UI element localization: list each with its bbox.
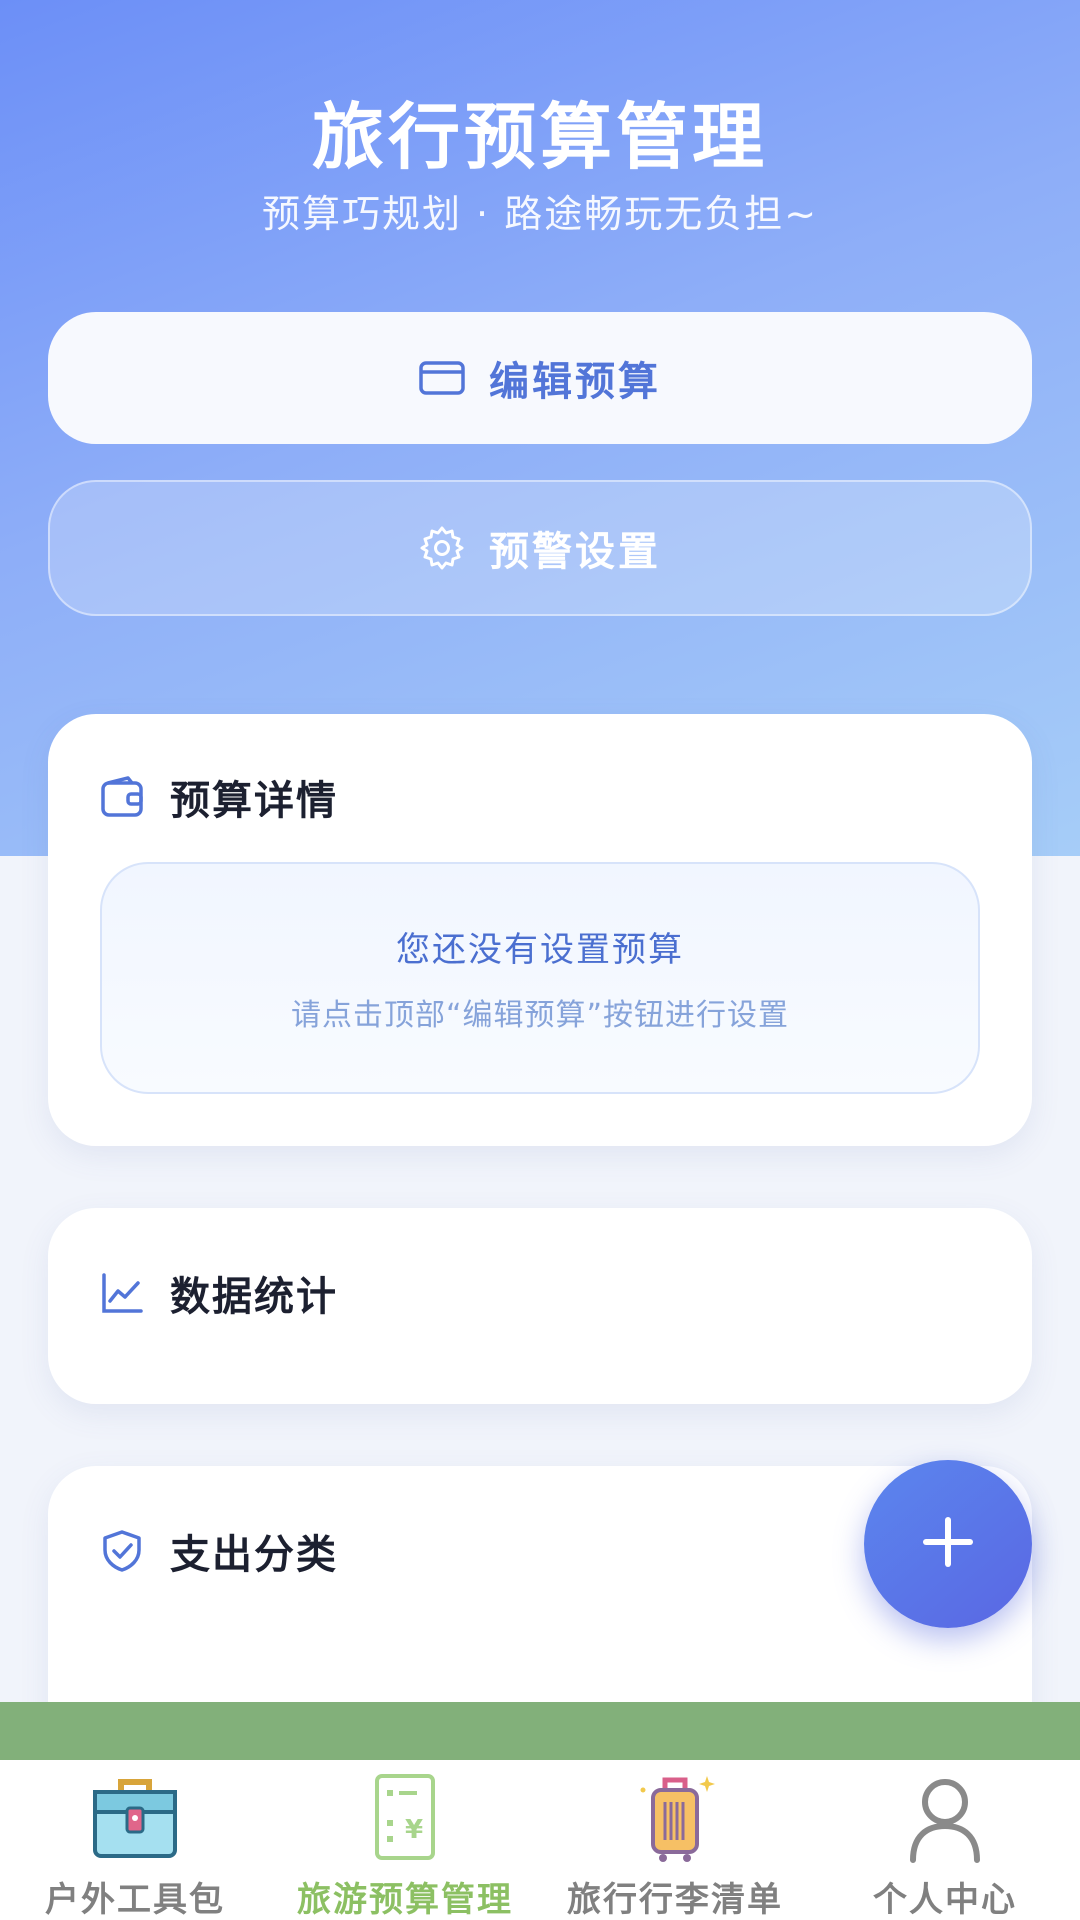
bottom-tab-bar: 户外工具包 ¥ 旅游预算管理 旅行行李清单 个人中心	[0, 1760, 1080, 1920]
empty-budget-notice: 您还没有设置预算 请点击顶部“编辑预算”按钮进行设置	[100, 862, 980, 1094]
budget-details-header: 预算详情	[100, 768, 338, 826]
statistics-card: 数据统计	[48, 1208, 1032, 1404]
alert-settings-button[interactable]: 预警设置	[48, 480, 1032, 616]
person-icon	[897, 1770, 993, 1866]
tab-luggage-list[interactable]: 旅行行李清单	[540, 1760, 810, 1920]
line-chart-icon	[100, 1271, 144, 1315]
wallet-icon	[100, 775, 144, 819]
tab-label: 个人中心	[873, 1880, 1017, 1920]
budget-details-card: 预算详情 您还没有设置预算 请点击顶部“编辑预算”按钮进行设置	[48, 714, 1032, 1146]
plus-icon	[920, 1514, 976, 1574]
luggage-icon	[627, 1770, 723, 1866]
tab-travel-budget[interactable]: ¥ 旅游预算管理	[270, 1760, 540, 1920]
tab-label: 旅游预算管理	[297, 1880, 513, 1920]
gear-icon	[419, 525, 465, 571]
empty-budget-title: 您还没有设置预算	[396, 930, 684, 970]
expense-category-title: 支出分类	[170, 1532, 338, 1578]
shield-check-icon	[100, 1529, 144, 1573]
page-subtitle: 预算巧规划 · 路途畅玩无负担~	[261, 192, 819, 236]
tab-label: 户外工具包	[45, 1880, 225, 1920]
budget-details-title: 预算详情	[170, 778, 338, 824]
statistics-header: 数据统计	[100, 1264, 338, 1322]
edit-budget-button[interactable]: 编辑预算	[48, 312, 1032, 444]
budget-calculator-icon: ¥	[357, 1770, 453, 1866]
expense-category-header: 支出分类	[100, 1522, 338, 1580]
alert-settings-label: 预警设置	[489, 529, 661, 575]
credit-card-icon	[419, 355, 465, 401]
tabbar-top-strip	[0, 1702, 1080, 1760]
edit-budget-label: 编辑预算	[489, 359, 661, 405]
tab-profile[interactable]: 个人中心	[810, 1760, 1080, 1920]
statistics-title: 数据统计	[170, 1274, 338, 1320]
add-expense-button[interactable]	[864, 1460, 1032, 1628]
svg-text:¥: ¥	[405, 1815, 423, 1845]
empty-budget-hint: 请点击顶部“编辑预算”按钮进行设置	[290, 998, 790, 1033]
page-title: 旅行预算管理	[311, 95, 768, 179]
toolbox-icon	[87, 1770, 183, 1866]
tab-outdoor-toolkit[interactable]: 户外工具包	[0, 1760, 270, 1920]
tab-label: 旅行行李清单	[567, 1880, 783, 1920]
budget-page: 旅行预算管理 预算巧规划 · 路途畅玩无负担~ 编辑预算 预警设置 预算详情 您…	[0, 0, 1080, 1920]
